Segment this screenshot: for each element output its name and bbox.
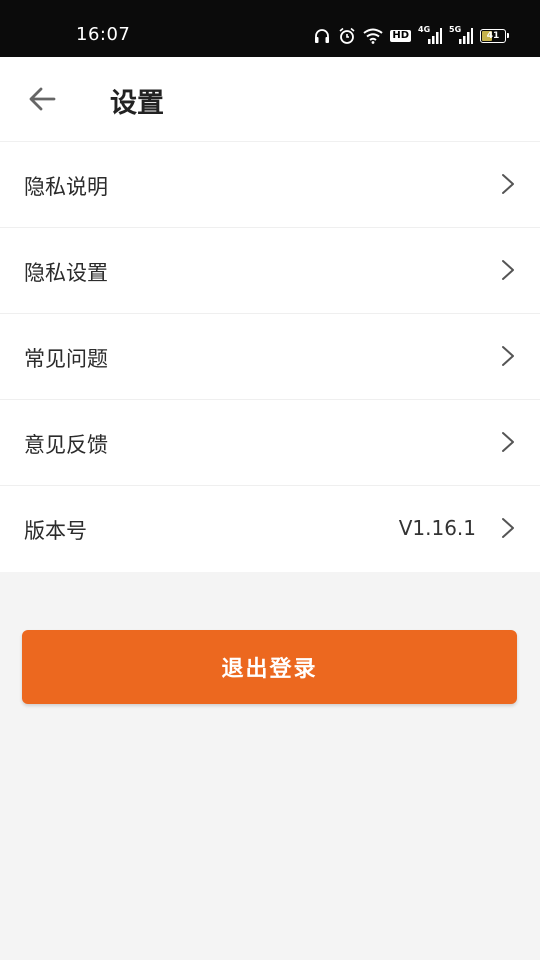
menu-item-label: 隐私设置 <box>24 261 108 285</box>
5g-label: 5G <box>449 25 462 34</box>
menu-item-label: 隐私说明 <box>24 175 108 199</box>
page-header: 设置 <box>0 57 540 142</box>
status-icons: HD 4G 5G 41 <box>313 25 509 46</box>
chevron-right-icon <box>500 172 516 196</box>
hd-icon: HD <box>390 30 411 42</box>
chevron-right-icon <box>500 344 516 368</box>
menu-item-faq[interactable]: 常见问题 <box>0 314 540 400</box>
alarm-icon <box>338 27 356 45</box>
battery-icon: 41 <box>480 29 509 43</box>
settings-list: 隐私说明 隐私设置 常见问题 意见反馈 版本号 V1.16.1 <box>0 142 540 572</box>
page-title: 设置 <box>110 88 164 119</box>
menu-item-feedback[interactable]: 意见反馈 <box>0 400 540 486</box>
wifi-icon <box>363 28 383 44</box>
menu-item-version[interactable]: 版本号 V1.16.1 <box>0 486 540 572</box>
chevron-right-icon <box>500 258 516 282</box>
menu-item-label: 常见问题 <box>24 347 108 371</box>
4g-signal-icon: 4G <box>418 25 442 46</box>
menu-item-privacy-statement[interactable]: 隐私说明 <box>0 142 540 228</box>
version-value: V1.16.1 <box>398 516 476 540</box>
4g-label: 4G <box>418 25 431 34</box>
menu-item-label: 版本号 <box>24 519 87 543</box>
5g-signal-icon: 5G <box>449 25 473 46</box>
chevron-right-icon <box>500 430 516 454</box>
status-bar: 16:07 HD 4G 5G 41 <box>0 0 540 57</box>
menu-item-label: 意见反馈 <box>24 433 108 457</box>
battery-level: 41 <box>486 31 500 41</box>
chevron-right-icon <box>500 516 516 540</box>
status-time: 16:07 <box>76 24 131 45</box>
headset-icon <box>313 27 331 45</box>
menu-item-privacy-settings[interactable]: 隐私设置 <box>0 228 540 314</box>
arrow-left-icon[interactable] <box>26 83 58 115</box>
logout-button[interactable]: 退出登录 <box>22 630 517 704</box>
